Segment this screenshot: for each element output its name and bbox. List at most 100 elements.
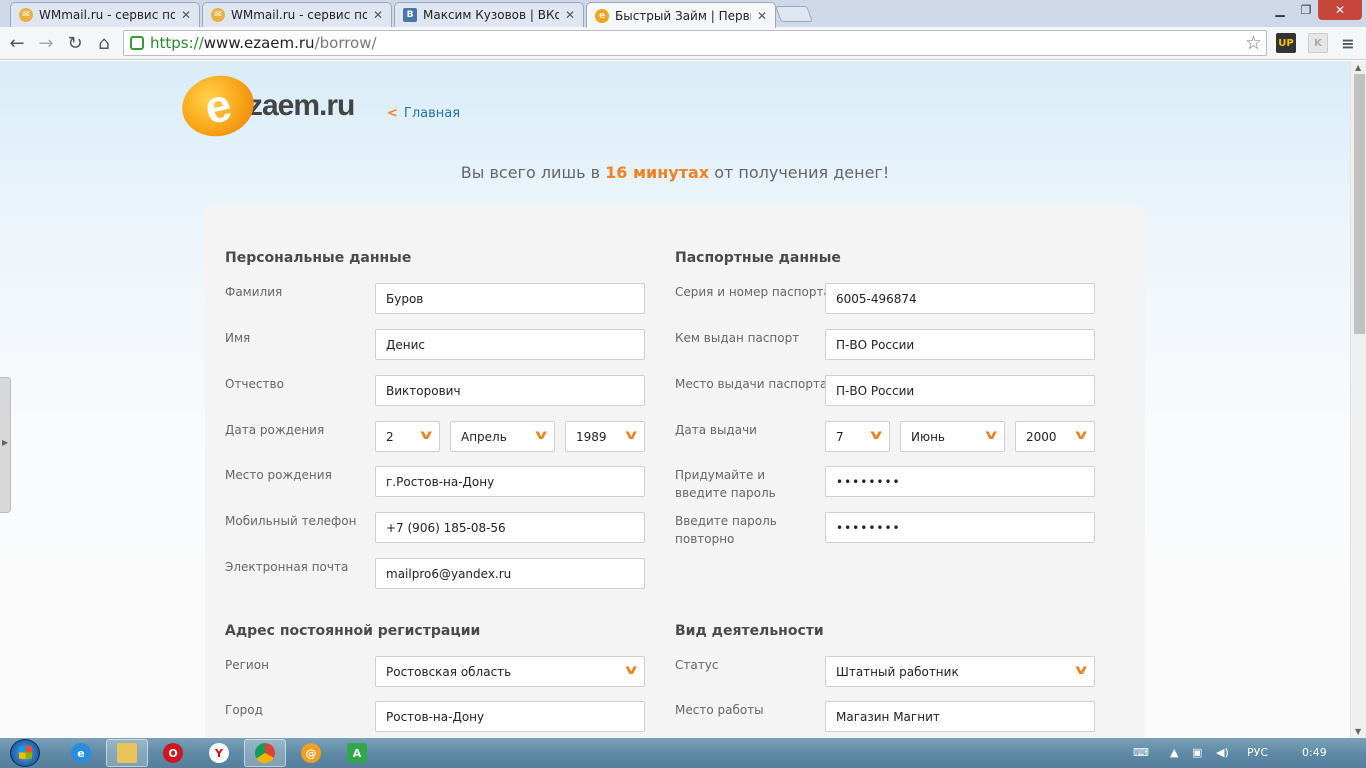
taskbar-opera[interactable]: O bbox=[152, 739, 194, 767]
passport-number-field[interactable]: 6005-496874 bbox=[825, 283, 1095, 314]
region-select[interactable]: Ростовская область v bbox=[375, 656, 645, 687]
home-link[interactable]: < Главная bbox=[387, 106, 460, 121]
tab-title: WMmail.ru - сервис почт bbox=[39, 8, 175, 22]
chevron-down-icon: v bbox=[624, 663, 637, 678]
taskbar-app[interactable]: A bbox=[336, 739, 378, 767]
browser-tab[interactable]: ✉ WMmail.ru - сервис почт ✕ bbox=[10, 2, 200, 27]
issue-date-label: Дата выдачи bbox=[675, 423, 757, 437]
keyboard-icon[interactable]: ⌨ bbox=[1133, 746, 1149, 759]
taskbar-chrome[interactable] bbox=[244, 739, 286, 767]
mail-agent-icon: @ bbox=[301, 743, 321, 763]
ezaem-icon: e bbox=[595, 8, 609, 23]
issue-month-value: Июнь bbox=[911, 429, 945, 444]
taskbar-mail[interactable]: @ bbox=[290, 739, 332, 767]
wmmail-icon: ✉ bbox=[211, 8, 225, 22]
issue-place-field[interactable]: П-ВО России bbox=[825, 375, 1095, 406]
phone-field[interactable]: +7 (906) 185-08-56 bbox=[375, 512, 645, 543]
taskbar-explorer[interactable] bbox=[106, 739, 148, 767]
ezaem-logo[interactable]: e zaem.ru bbox=[176, 69, 355, 143]
phone-label: Мобильный телефон bbox=[225, 514, 357, 528]
city-field[interactable]: Ростов-на-Дону bbox=[375, 701, 645, 732]
url-scheme: https:// bbox=[150, 34, 204, 52]
issued-by-field[interactable]: П-ВО России bbox=[825, 329, 1095, 360]
password-repeat-field[interactable]: •••••••• bbox=[825, 512, 1095, 543]
scroll-down-icon[interactable]: ▼ bbox=[1355, 727, 1361, 736]
browser-tab[interactable]: ✉ WMmail.ru - сервис почт ✕ bbox=[202, 2, 392, 27]
bookmark-star-icon[interactable]: ☆ bbox=[1245, 32, 1262, 54]
clock[interactable]: 0:49 bbox=[1302, 746, 1327, 759]
last-name-label: Фамилия bbox=[225, 285, 283, 299]
issue-year-select[interactable]: 2000 v bbox=[1015, 421, 1095, 452]
language-indicator[interactable]: РУС bbox=[1247, 746, 1268, 759]
patronymic-field[interactable]: Викторович bbox=[375, 375, 645, 406]
close-tab-icon[interactable]: ✕ bbox=[181, 8, 191, 22]
new-tab-button[interactable] bbox=[775, 6, 813, 22]
page-content: e zaem.ru < Главная Вы всего лишь в 16 ми… bbox=[0, 61, 1350, 738]
chevron-left-icon: < bbox=[387, 106, 398, 121]
browser-tab[interactable]: В Максим Кузовов | ВКонт ✕ bbox=[394, 2, 584, 27]
chevron-down-icon: v bbox=[419, 428, 432, 443]
ie-icon: e bbox=[71, 743, 91, 763]
status-label: Статус bbox=[675, 658, 719, 672]
tab-title: WMmail.ru - сервис почт bbox=[231, 8, 367, 22]
patronymic-label: Отчество bbox=[225, 377, 284, 391]
yandex-browser-icon: Y bbox=[209, 743, 229, 763]
password-repeat-label: Введите пароль повторно bbox=[675, 514, 777, 546]
scrollbar-thumb[interactable] bbox=[1354, 74, 1365, 334]
birth-day-select[interactable]: 2 v bbox=[375, 421, 440, 452]
green-app-icon: A bbox=[347, 743, 367, 763]
side-panel-handle[interactable]: ▶ bbox=[0, 377, 11, 513]
restore-icon[interactable]: ❐ bbox=[1294, 0, 1318, 20]
tray-expand-icon[interactable]: ▲ bbox=[1170, 746, 1178, 759]
status-select[interactable]: Штатный работник v bbox=[825, 656, 1095, 687]
birth-year-select[interactable]: 1989 v bbox=[565, 421, 645, 452]
close-tab-icon[interactable]: ✕ bbox=[373, 8, 383, 22]
logo-text: zaem.ru bbox=[248, 89, 355, 122]
start-button[interactable] bbox=[10, 739, 40, 767]
issue-year-value: 2000 bbox=[1026, 429, 1057, 444]
k-extension-icon[interactable]: K bbox=[1308, 33, 1328, 53]
issue-month-select[interactable]: Июнь v bbox=[900, 421, 1005, 452]
home-link-label: Главная bbox=[403, 106, 461, 121]
scroll-up-icon[interactable]: ▲ bbox=[1355, 63, 1361, 72]
minimize-icon[interactable]: ▁ bbox=[1268, 0, 1292, 20]
chevron-down-icon: v bbox=[1074, 663, 1087, 678]
status-value: Штатный работник bbox=[836, 664, 959, 679]
issued-by-label: Кем выдан паспорт bbox=[675, 331, 800, 345]
page-scrollbar[interactable]: ▲ ▼ bbox=[1350, 61, 1366, 738]
chevron-down-icon: v bbox=[869, 428, 882, 443]
email-field[interactable]: mailpro6@yandex.ru bbox=[375, 558, 645, 589]
birth-place-field[interactable]: г.Ростов-на-Дону bbox=[375, 466, 645, 497]
browser-tab-active[interactable]: e Быстрый Займ | Первый ✕ bbox=[586, 2, 776, 28]
birth-month-select[interactable]: Апрель v bbox=[450, 421, 555, 452]
close-tab-icon[interactable]: ✕ bbox=[565, 8, 575, 22]
issue-day-value: 7 bbox=[836, 429, 844, 444]
issue-day-select[interactable]: 7 v bbox=[825, 421, 890, 452]
arrow-right-icon: ▶ bbox=[2, 438, 9, 447]
reload-icon[interactable]: ↻ bbox=[64, 32, 86, 54]
lock-icon bbox=[130, 36, 144, 50]
address-section-title: Адрес постоянной регистрации bbox=[225, 623, 481, 639]
up-extension-icon[interactable]: UP bbox=[1276, 33, 1296, 53]
opera-icon: O bbox=[163, 743, 183, 763]
back-icon[interactable]: ← bbox=[6, 32, 28, 54]
last-name-field[interactable]: Буров bbox=[375, 283, 645, 314]
volume-icon[interactable]: ◀) bbox=[1216, 746, 1229, 759]
windows-taskbar: e O Y @ A ⌨ ▲ ▣ ◀) РУС 0:49 bbox=[0, 738, 1366, 768]
tagline-highlight: 16 минутах bbox=[605, 163, 710, 182]
password-label: Придумайте и введите пароль bbox=[675, 468, 776, 500]
window-close-icon[interactable]: ✕ bbox=[1318, 0, 1362, 20]
menu-icon[interactable]: ≡ bbox=[1338, 33, 1358, 53]
passport-number-label: Серия и номер паспорта bbox=[675, 285, 831, 299]
taskbar-yandex[interactable]: Y bbox=[198, 739, 240, 767]
home-icon[interactable]: ⌂ bbox=[93, 32, 115, 54]
forward-icon[interactable]: → bbox=[35, 32, 57, 54]
password-field[interactable]: •••••••• bbox=[825, 466, 1095, 497]
network-icon[interactable]: ▣ bbox=[1192, 746, 1202, 759]
close-tab-icon[interactable]: ✕ bbox=[757, 9, 767, 23]
workplace-field[interactable]: Магазин Магнит bbox=[825, 701, 1095, 732]
chevron-down-icon: v bbox=[984, 428, 997, 443]
taskbar-ie[interactable]: e bbox=[60, 739, 102, 767]
address-bar[interactable]: https://www.ezaem.ru/borrow/ ☆ bbox=[123, 30, 1267, 56]
first-name-field[interactable]: Денис bbox=[375, 329, 645, 360]
